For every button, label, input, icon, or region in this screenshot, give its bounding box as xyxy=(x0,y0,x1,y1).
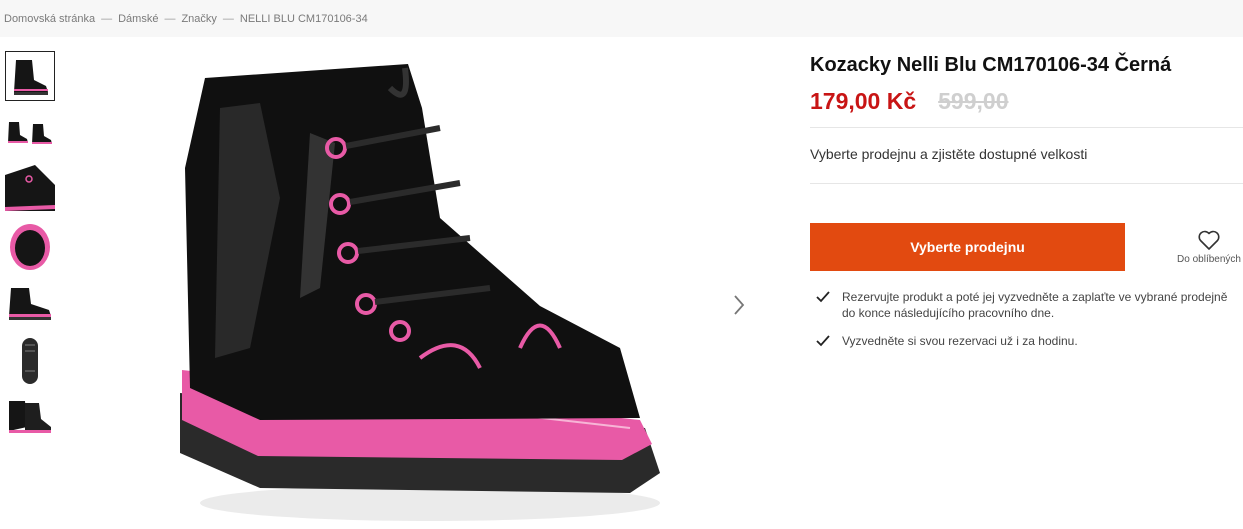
favorite-label: Do oblíbených xyxy=(1177,254,1241,265)
original-price: 599,00 xyxy=(938,88,1009,114)
thumbnail-5[interactable] xyxy=(5,279,55,329)
boot-side-view-thumbnail xyxy=(14,60,48,95)
benefit-text: Rezervujte produkt a poté jej vyzvedněte… xyxy=(842,290,1228,320)
thumbnail-gallery xyxy=(5,51,57,450)
current-price: 179,00 Kč xyxy=(810,88,917,114)
add-to-favorites-button[interactable]: Do oblíbených xyxy=(1170,229,1243,265)
boot-sole-thumbnail xyxy=(22,338,38,384)
checkmark-icon xyxy=(816,291,830,303)
select-store-button[interactable]: Vyberte prodejnu xyxy=(810,223,1125,271)
breadcrumb-separator: — xyxy=(222,12,234,25)
boot-inside-thumbnail xyxy=(10,224,50,270)
breadcrumb-current-product: NELLI BLU CM170106-34 xyxy=(239,12,368,25)
price-row: 179,00 Kč 599,00 xyxy=(810,88,1009,115)
chevron-right-icon[interactable] xyxy=(728,290,750,320)
breadcrumb-separator: — xyxy=(164,12,176,25)
thumbnail-2[interactable] xyxy=(5,108,55,158)
breadcrumb-home[interactable]: Domovská stránka xyxy=(4,13,95,25)
product-main-image xyxy=(180,64,660,521)
store-availability-prompt: Vyberte prodejnu a zjistěte dostupné vel… xyxy=(810,146,1088,162)
product-title: Kozacky Nelli Blu CM170106-34 Černá xyxy=(810,54,1172,76)
thumbnail-4[interactable] xyxy=(5,222,55,272)
thumbnail-1[interactable] xyxy=(5,51,55,101)
checkmark-icon xyxy=(816,335,830,347)
thumbnail-6[interactable] xyxy=(5,336,55,386)
thumbnail-3[interactable] xyxy=(5,165,55,215)
benefits-list: Rezervujte produkt a poté jej vyzvedněte… xyxy=(816,289,1236,361)
boot-side-thumbnail xyxy=(9,288,51,320)
breadcrumb-women[interactable]: Dámské xyxy=(118,13,158,25)
boot-pair-back-thumbnail xyxy=(9,401,51,433)
benefit-item: Vyzvedněte si svou rezervaci už i za hod… xyxy=(816,333,1236,349)
divider xyxy=(810,183,1243,184)
thumbnail-7[interactable] xyxy=(5,393,55,443)
boot-closeup-thumbnail xyxy=(5,165,55,211)
breadcrumb-brands[interactable]: Značky xyxy=(181,13,216,25)
boot-pair-thumbnail xyxy=(8,122,52,144)
benefit-text: Vyzvedněte si svou rezervaci už i za hod… xyxy=(842,334,1078,348)
heart-icon xyxy=(1198,230,1220,250)
benefit-item: Rezervujte produkt a poté jej vyzvedněte… xyxy=(816,289,1236,321)
divider xyxy=(810,127,1243,128)
breadcrumb-separator: — xyxy=(101,12,113,25)
breadcrumb: Domovská stránka — Dámské — Značky — NEL… xyxy=(0,0,1243,37)
